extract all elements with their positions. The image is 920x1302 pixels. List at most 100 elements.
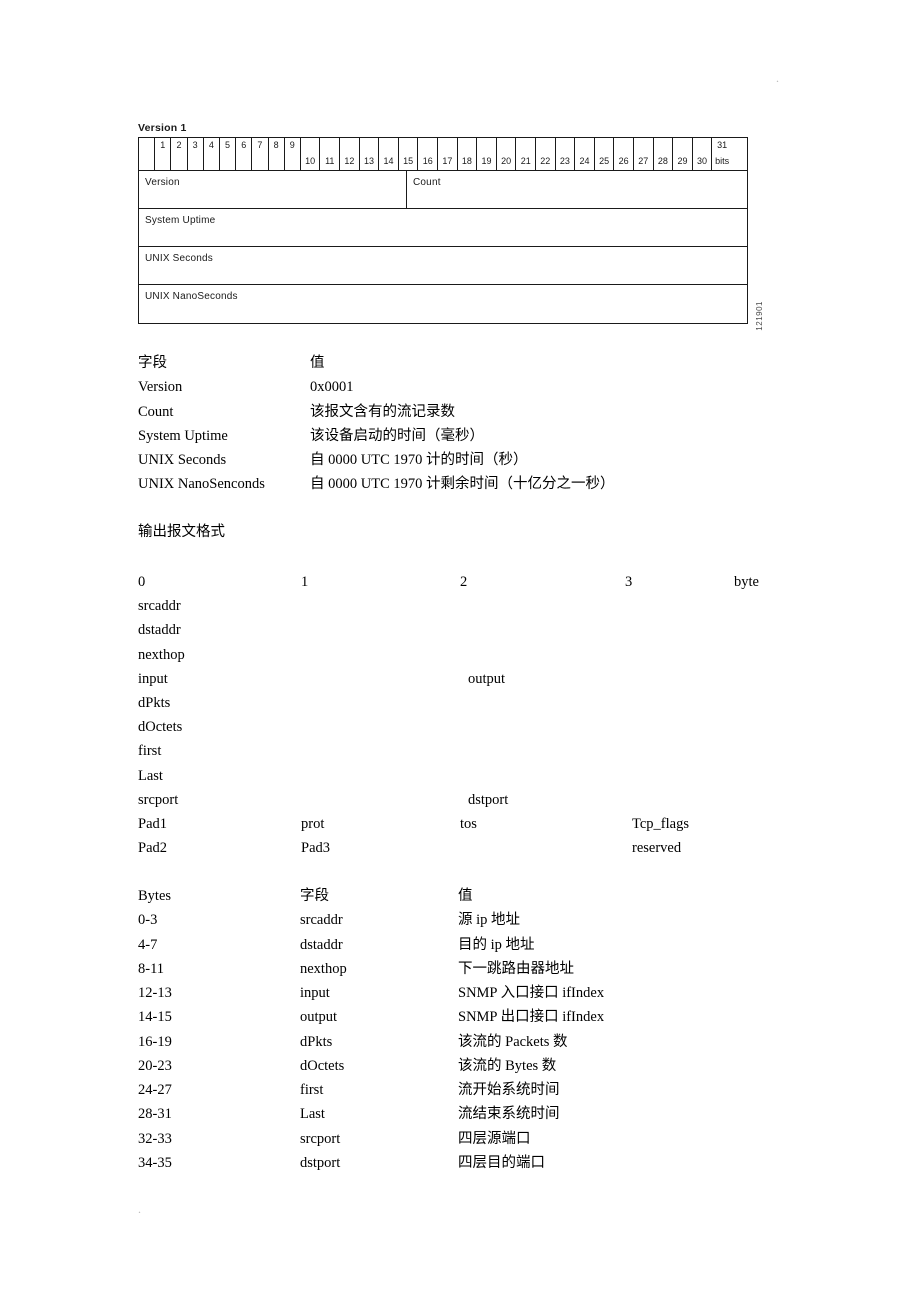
bytes-table-cell-field: first	[300, 1082, 324, 1098]
bit-cell-20: 20	[497, 138, 517, 170]
bit-cell-14: 14	[379, 138, 399, 170]
flow-layout-field-dPkts: dPkts	[138, 694, 171, 711]
bit-cell-28: 28	[654, 138, 674, 170]
header-table-cell-field: Version	[138, 379, 183, 396]
bit-cell-25-bottom-label: 25	[599, 156, 610, 166]
bit-cell-10: 10	[301, 138, 321, 170]
flow-layout-field-Last: Last	[138, 767, 163, 784]
bit-cell-13-bottom-label: 13	[363, 156, 374, 166]
bytes-table-cell-field: srcport	[300, 1130, 341, 1147]
bit-cell-29-bottom-label: 29	[677, 156, 688, 166]
bit-cell-1: 1	[155, 138, 172, 170]
bit-cell-19-bottom-label: 19	[481, 156, 492, 166]
bytes-table-cell-value: 该流的 Packets 数	[458, 1033, 568, 1050]
bit-cell-15-bottom-label: 15	[403, 156, 414, 166]
bit-cell-19: 19	[477, 138, 497, 170]
bytes-table-cell-bytes: 32-33	[138, 1130, 172, 1147]
bit-cell-26: 26	[614, 138, 634, 170]
header-table-cell-value: 该设备启动的时间（毫秒）	[310, 427, 484, 444]
bit-cell-25: 25	[595, 138, 615, 170]
bit-cell-2-top-label: 2	[176, 140, 182, 150]
bit-cell-17-bottom-label: 17	[442, 156, 453, 166]
packet-row-unix-nanoseconds: UNIX NanoSeconds	[139, 285, 747, 323]
bit-cell-13: 13	[360, 138, 380, 170]
bytes-table-cell-bytes: 34-35	[138, 1154, 172, 1171]
bytes-table-cell-bytes: 16-19	[138, 1033, 172, 1050]
bytes-table-cell-value: 四层目的端口	[458, 1154, 545, 1171]
bytes-table-col-value-header: 值	[458, 888, 473, 904]
bit-cell-9: 9	[285, 138, 301, 170]
flow-layout-field-nexthop: nexthop	[138, 646, 185, 663]
bytes-table-cell-value: SNMP 入口接口 ifIndex	[458, 985, 605, 1001]
bytes-table-cell-bytes: 20-23	[138, 1057, 172, 1074]
byte-offset-0: 0	[138, 574, 146, 590]
header-table-cell-field: System Uptime	[138, 427, 228, 444]
bit-cell-31-bottom-label: bits	[715, 156, 730, 166]
header-table-cell-value: 0x0001	[310, 379, 354, 396]
bit-cell-30: 30	[693, 138, 713, 170]
bit-cell-22-bottom-label: 22	[540, 156, 551, 166]
bytes-table-cell-bytes: 24-27	[138, 1082, 172, 1098]
bit-cell-10-bottom-label: 10	[305, 156, 316, 166]
bit-cell-16: 16	[418, 138, 439, 170]
packet-field-unix-seconds: UNIX Seconds	[139, 247, 747, 284]
bit-cell-23-bottom-label: 23	[559, 156, 570, 166]
figure-caption: Version 1	[138, 122, 187, 134]
flow-layout-field-srcaddr: srcaddr	[138, 598, 181, 615]
bit-cell-31: 31 bits	[712, 138, 732, 170]
packet-field-count-label: Count	[413, 177, 441, 188]
packet-diagram: 1 2 3 4 5 6 7 8 9 10 11 12 13 14 15 16 17 18 19 20 21 22 23 24 2…	[138, 137, 748, 324]
flow-layout-field-dstport: dstport	[468, 791, 509, 808]
bit-cell-17: 17	[438, 138, 458, 170]
header-table-col-field-header: 字段	[138, 355, 167, 371]
bit-cell-4: 4	[204, 138, 220, 170]
bit-cell-27-bottom-label: 27	[638, 156, 649, 166]
bytes-table-cell-value: 目的 ip 地址	[458, 936, 535, 953]
bit-cell-5: 5	[220, 138, 237, 170]
bytes-table-cell-bytes: 4-7	[138, 936, 158, 953]
bit-cell-18: 18	[458, 138, 478, 170]
bytes-table-cell-bytes: 28-31	[138, 1106, 172, 1123]
header-table-cell-field: UNIX NanoSenconds	[138, 476, 265, 493]
flow-layout-field-Pad1: Pad1	[138, 815, 167, 832]
flow-layout-field-first: first	[138, 743, 162, 760]
header-table-cell-value: 自 0000 UTC 1970 计剩余时间（十亿分之一秒）	[310, 476, 615, 493]
bit-cell-16-bottom-label: 16	[422, 156, 433, 166]
packet-field-version-label: Version	[145, 177, 180, 188]
flow-layout-field-Tcp_flags: Tcp_flags	[632, 815, 689, 832]
bit-cell-23: 23	[556, 138, 576, 170]
bytes-table-col-bytes-header: Bytes	[138, 888, 172, 904]
flow-layout-field-dstaddr: dstaddr	[138, 622, 181, 639]
bit-cell-9-top-label: 9	[289, 140, 295, 150]
bit-cell-21-bottom-label: 21	[520, 156, 531, 166]
bit-cell-24: 24	[575, 138, 595, 170]
bytes-table-cell-field: dOctets	[300, 1057, 345, 1074]
bit-cell-8-top-label: 8	[273, 140, 279, 150]
packet-row-version-count: Version Count	[139, 171, 747, 209]
bytes-table-cell-value: 源 ip 地址	[458, 912, 521, 929]
figure-id-number: 121901	[755, 301, 764, 331]
header-table-cell-field: UNIX Seconds	[138, 452, 227, 469]
bytes-table-col-field-header: 字段	[300, 888, 329, 904]
bit-cell-6-top-label: 6	[241, 140, 247, 150]
bytes-table-cell-field: nexthop	[300, 960, 347, 977]
bit-cell-2: 2	[171, 138, 188, 170]
bit-cell-3: 3	[188, 138, 204, 170]
header-table-cell-field: Count	[138, 403, 174, 420]
bit-cell-21: 21	[516, 138, 536, 170]
section-heading-flow-record-format: 输出报文格式	[138, 524, 225, 540]
bit-cell-14-bottom-label: 14	[383, 156, 394, 166]
bit-cell-3-top-label: 3	[192, 140, 198, 150]
packet-field-version: Version	[139, 171, 407, 208]
bit-cell-5-top-label: 5	[225, 140, 231, 150]
bit-cell-6: 6	[236, 138, 253, 170]
bit-cell-7-top-label: 7	[257, 140, 263, 150]
bit-position-ruler: 1 2 3 4 5 6 7 8 9 10 11 12 13 14 15 16 17 18 19 20 21 22 23 24 2…	[139, 137, 747, 171]
bit-cell-22: 22	[536, 138, 556, 170]
byte-unit-label: byte	[734, 574, 759, 590]
flow-layout-field-Pad3: Pad3	[301, 840, 330, 857]
bytes-table-cell-field: output	[300, 1009, 338, 1026]
bytes-table-cell-bytes: 8-11	[138, 960, 165, 977]
bytes-table-cell-value: 四层源端口	[458, 1130, 531, 1147]
bytes-table-cell-field: Last	[300, 1106, 325, 1123]
